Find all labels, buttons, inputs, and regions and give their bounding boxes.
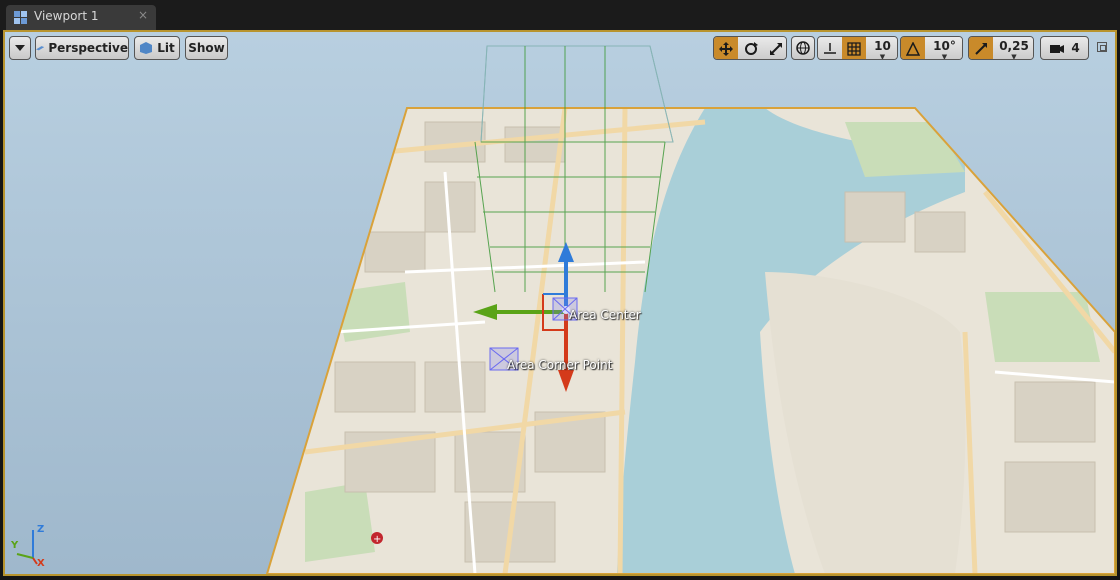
chevron-down-icon: ▼ [1011, 53, 1017, 60]
viewport-grid-icon [14, 11, 27, 24]
close-icon[interactable]: × [138, 8, 148, 22]
show-button[interactable]: Show [185, 36, 228, 60]
area-corner-label: Area Corner Point [507, 358, 613, 372]
transform-tools [713, 36, 787, 60]
globe-icon [796, 41, 810, 55]
perspective-button[interactable]: Perspective [35, 36, 129, 60]
map-plane [267, 108, 1115, 574]
perspective-icon [36, 46, 45, 51]
axis-y-label: Y [11, 540, 19, 551]
tab-title: Viewport 1 [34, 9, 99, 23]
scale-snap-value[interactable]: 0,25 ▼ [993, 37, 1033, 60]
scale-snap-value-text: 0,25 [999, 39, 1029, 53]
park-4 [305, 482, 375, 562]
area-center-label: Area Center [569, 308, 641, 322]
world-space-button[interactable] [791, 36, 815, 60]
grid-icon [847, 42, 861, 56]
restore-icon[interactable] [1097, 42, 1107, 52]
surface-snap-icon [824, 43, 836, 54]
svg-text:+: + [373, 534, 381, 545]
scale-icon [769, 43, 782, 55]
perspective-label: Perspective [48, 41, 128, 55]
tab-viewport[interactable]: Viewport 1 × [6, 5, 156, 30]
angle-icon [906, 42, 920, 56]
rotate-icon [744, 42, 758, 55]
viewport[interactable]: + Area Center Area Corner Point Z Y X Pe… [3, 30, 1117, 576]
tab-bar: Viewport 1 × [0, 0, 1120, 30]
camera-speed-value: 4 [1071, 41, 1080, 55]
lit-label: Lit [157, 41, 175, 55]
scale-snap-group: 0,25 ▼ [968, 36, 1034, 60]
grid-snap-value[interactable]: 10 ▼ [866, 37, 897, 60]
grid-snap-value-text: 10 [874, 39, 891, 53]
rotation-snap-value[interactable]: 10° ▼ [925, 37, 962, 60]
dropdown-triangle-icon [15, 45, 25, 51]
move-icon [719, 42, 733, 56]
scale-tool-button[interactable] [763, 37, 786, 59]
grid-snap-toggle[interactable] [842, 37, 866, 59]
rotation-snap-value-text: 10° [933, 39, 956, 53]
scene[interactable]: + [5, 32, 1115, 574]
grid-snap-group: 10 ▼ [817, 36, 898, 60]
chevron-down-icon: ▼ [941, 53, 948, 60]
rotation-snap-group: 10° ▼ [900, 36, 963, 60]
rotation-snap-toggle[interactable] [901, 37, 925, 59]
camera-speed-button[interactable]: 4 [1040, 36, 1089, 60]
lit-sphere-icon [140, 42, 153, 54]
surface-snap-button[interactable] [818, 37, 842, 59]
rotate-tool-button[interactable] [738, 37, 763, 59]
axis-z-label: Z [37, 524, 45, 535]
park-1 [845, 122, 965, 177]
viewport-menu-button[interactable] [9, 36, 31, 60]
show-label: Show [188, 41, 225, 55]
lit-button[interactable]: Lit [134, 36, 180, 60]
axis-x-label: X [37, 558, 45, 569]
chevron-down-icon: ▼ [879, 53, 886, 60]
translate-tool-button[interactable] [714, 37, 738, 59]
scale-snap-toggle[interactable] [969, 37, 993, 59]
scale-snap-icon [975, 43, 987, 55]
camera-icon [1050, 45, 1065, 53]
park-2 [985, 292, 1100, 362]
